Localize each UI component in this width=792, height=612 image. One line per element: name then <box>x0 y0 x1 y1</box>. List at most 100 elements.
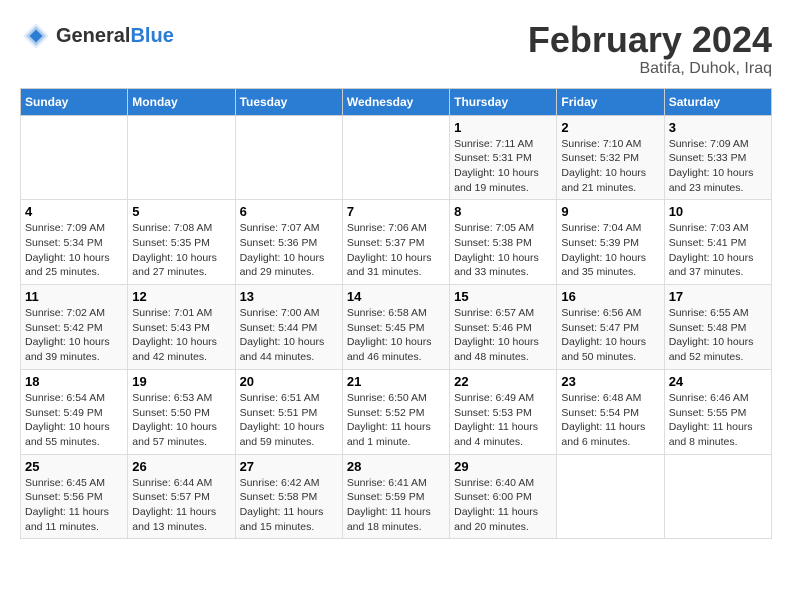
day-info: Sunrise: 7:10 AMSunset: 5:32 PMDaylight:… <box>561 137 659 196</box>
cell-w3-d7: 17 Sunrise: 6:55 AMSunset: 5:48 PMDayligh… <box>664 285 771 370</box>
day-number: 17 <box>669 289 767 304</box>
page-header: GeneralBlue February 2024 Batifa, Duhok,… <box>20 20 772 78</box>
cell-w4-d7: 24 Sunrise: 6:46 AMSunset: 5:55 PMDayligh… <box>664 369 771 454</box>
day-number: 16 <box>561 289 659 304</box>
day-number: 13 <box>240 289 338 304</box>
week-row-4: 18 Sunrise: 6:54 AMSunset: 5:49 PMDayligh… <box>21 369 772 454</box>
day-info: Sunrise: 7:06 AMSunset: 5:37 PMDaylight:… <box>347 221 445 280</box>
day-info: Sunrise: 6:40 AMSunset: 6:00 PMDaylight:… <box>454 476 552 535</box>
cell-w2-d2: 5 Sunrise: 7:08 AMSunset: 5:35 PMDaylight… <box>128 200 235 285</box>
cell-w5-d1: 25 Sunrise: 6:45 AMSunset: 5:56 PMDayligh… <box>21 454 128 539</box>
title-block: February 2024 Batifa, Duhok, Iraq <box>528 20 772 78</box>
cell-w3-d3: 13 Sunrise: 7:00 AMSunset: 5:44 PMDayligh… <box>235 285 342 370</box>
day-info: Sunrise: 7:05 AMSunset: 5:38 PMDaylight:… <box>454 221 552 280</box>
day-number: 27 <box>240 459 338 474</box>
day-info: Sunrise: 6:42 AMSunset: 5:58 PMDaylight:… <box>240 476 338 535</box>
day-number: 1 <box>454 120 552 135</box>
calendar-header: Sunday Monday Tuesday Wednesday Thursday… <box>21 88 772 115</box>
col-tuesday: Tuesday <box>235 88 342 115</box>
day-info: Sunrise: 7:09 AMSunset: 5:33 PMDaylight:… <box>669 137 767 196</box>
cell-w1-d7: 3 Sunrise: 7:09 AMSunset: 5:33 PMDaylight… <box>664 115 771 200</box>
day-number: 24 <box>669 374 767 389</box>
day-info: Sunrise: 6:50 AMSunset: 5:52 PMDaylight:… <box>347 391 445 450</box>
cell-w1-d4 <box>342 115 449 200</box>
week-row-5: 25 Sunrise: 6:45 AMSunset: 5:56 PMDayligh… <box>21 454 772 539</box>
day-info: Sunrise: 6:49 AMSunset: 5:53 PMDaylight:… <box>454 391 552 450</box>
cell-w4-d3: 20Sunrise: 6:51 AMSunset: 5:51 PMDayligh… <box>235 369 342 454</box>
cell-w4-d1: 18 Sunrise: 6:54 AMSunset: 5:49 PMDayligh… <box>21 369 128 454</box>
week-row-1: 1 Sunrise: 7:11 AMSunset: 5:31 PMDaylight… <box>21 115 772 200</box>
cell-w5-d6 <box>557 454 664 539</box>
cell-w3-d4: 14 Sunrise: 6:58 AMSunset: 5:45 PMDayligh… <box>342 285 449 370</box>
logo-icon <box>20 20 52 52</box>
day-info: Sunrise: 7:02 AMSunset: 5:42 PMDaylight:… <box>25 306 123 365</box>
cell-w2-d5: 8 Sunrise: 7:05 AMSunset: 5:38 PMDaylight… <box>450 200 557 285</box>
cell-w2-d7: 10 Sunrise: 7:03 AMSunset: 5:41 PMDayligh… <box>664 200 771 285</box>
logo: GeneralBlue <box>20 20 174 52</box>
cell-w4-d4: 21 Sunrise: 6:50 AMSunset: 5:52 PMDayligh… <box>342 369 449 454</box>
day-number: 6 <box>240 204 338 219</box>
day-number: 7 <box>347 204 445 219</box>
cell-w2-d4: 7 Sunrise: 7:06 AMSunset: 5:37 PMDaylight… <box>342 200 449 285</box>
day-number: 21 <box>347 374 445 389</box>
col-wednesday: Wednesday <box>342 88 449 115</box>
day-info: Sunrise: 6:55 AMSunset: 5:48 PMDaylight:… <box>669 306 767 365</box>
day-info: Sunrise: 6:46 AMSunset: 5:55 PMDaylight:… <box>669 391 767 450</box>
cell-w1-d3 <box>235 115 342 200</box>
day-number: 8 <box>454 204 552 219</box>
day-info: Sunrise: 6:48 AMSunset: 5:54 PMDaylight:… <box>561 391 659 450</box>
day-number: 12 <box>132 289 230 304</box>
cell-w3-d2: 12 Sunrise: 7:01 AMSunset: 5:43 PMDayligh… <box>128 285 235 370</box>
cell-w4-d6: 23Sunrise: 6:48 AMSunset: 5:54 PMDayligh… <box>557 369 664 454</box>
day-number: 3 <box>669 120 767 135</box>
day-info: Sunrise: 7:04 AMSunset: 5:39 PMDaylight:… <box>561 221 659 280</box>
col-thursday: Thursday <box>450 88 557 115</box>
day-info: Sunrise: 7:03 AMSunset: 5:41 PMDaylight:… <box>669 221 767 280</box>
day-info: Sunrise: 6:58 AMSunset: 5:45 PMDaylight:… <box>347 306 445 365</box>
col-saturday: Saturday <box>664 88 771 115</box>
day-number: 9 <box>561 204 659 219</box>
cell-w4-d5: 22 Sunrise: 6:49 AMSunset: 5:53 PMDayligh… <box>450 369 557 454</box>
calendar-title: February 2024 <box>528 20 772 60</box>
day-number: 25 <box>25 459 123 474</box>
cell-w3-d5: 15 Sunrise: 6:57 AMSunset: 5:46 PMDayligh… <box>450 285 557 370</box>
day-number: 14 <box>347 289 445 304</box>
calendar-body: 1 Sunrise: 7:11 AMSunset: 5:31 PMDaylight… <box>21 115 772 539</box>
col-monday: Monday <box>128 88 235 115</box>
col-friday: Friday <box>557 88 664 115</box>
day-info: Sunrise: 6:57 AMSunset: 5:46 PMDaylight:… <box>454 306 552 365</box>
day-number: 4 <box>25 204 123 219</box>
logo-text: GeneralBlue <box>56 25 174 48</box>
cell-w4-d2: 19Sunrise: 6:53 AMSunset: 5:50 PMDayligh… <box>128 369 235 454</box>
day-info: Sunrise: 7:11 AMSunset: 5:31 PMDaylight:… <box>454 137 552 196</box>
day-number: 15 <box>454 289 552 304</box>
day-info: Sunrise: 7:00 AMSunset: 5:44 PMDaylight:… <box>240 306 338 365</box>
day-info: Sunrise: 6:45 AMSunset: 5:56 PMDaylight:… <box>25 476 123 535</box>
day-number: 5 <box>132 204 230 219</box>
day-info: Sunrise: 6:41 AMSunset: 5:59 PMDaylight:… <box>347 476 445 535</box>
col-sunday: Sunday <box>21 88 128 115</box>
cell-w2-d1: 4 Sunrise: 7:09 AMSunset: 5:34 PMDaylight… <box>21 200 128 285</box>
day-number: 10 <box>669 204 767 219</box>
day-number: 22 <box>454 374 552 389</box>
day-number: 29 <box>454 459 552 474</box>
day-info: Sunrise: 6:44 AMSunset: 5:57 PMDaylight:… <box>132 476 230 535</box>
cell-w1-d2 <box>128 115 235 200</box>
day-info: Sunrise: 7:08 AMSunset: 5:35 PMDaylight:… <box>132 221 230 280</box>
week-row-3: 11Sunrise: 7:02 AMSunset: 5:42 PMDayligh… <box>21 285 772 370</box>
header-row: Sunday Monday Tuesday Wednesday Thursday… <box>21 88 772 115</box>
day-info: Sunrise: 7:01 AMSunset: 5:43 PMDaylight:… <box>132 306 230 365</box>
day-info: Sunrise: 7:09 AMSunset: 5:34 PMDaylight:… <box>25 221 123 280</box>
day-info: Sunrise: 6:54 AMSunset: 5:49 PMDaylight:… <box>25 391 123 450</box>
day-number: 19 <box>132 374 230 389</box>
cell-w5-d3: 27 Sunrise: 6:42 AMSunset: 5:58 PMDayligh… <box>235 454 342 539</box>
cell-w5-d2: 26Sunrise: 6:44 AMSunset: 5:57 PMDayligh… <box>128 454 235 539</box>
day-number: 2 <box>561 120 659 135</box>
day-number: 18 <box>25 374 123 389</box>
cell-w1-d5: 1 Sunrise: 7:11 AMSunset: 5:31 PMDaylight… <box>450 115 557 200</box>
cell-w3-d1: 11Sunrise: 7:02 AMSunset: 5:42 PMDayligh… <box>21 285 128 370</box>
day-info: Sunrise: 7:07 AMSunset: 5:36 PMDaylight:… <box>240 221 338 280</box>
cell-w2-d3: 6 Sunrise: 7:07 AMSunset: 5:36 PMDaylight… <box>235 200 342 285</box>
cell-w1-d1 <box>21 115 128 200</box>
calendar-subtitle: Batifa, Duhok, Iraq <box>528 60 772 78</box>
